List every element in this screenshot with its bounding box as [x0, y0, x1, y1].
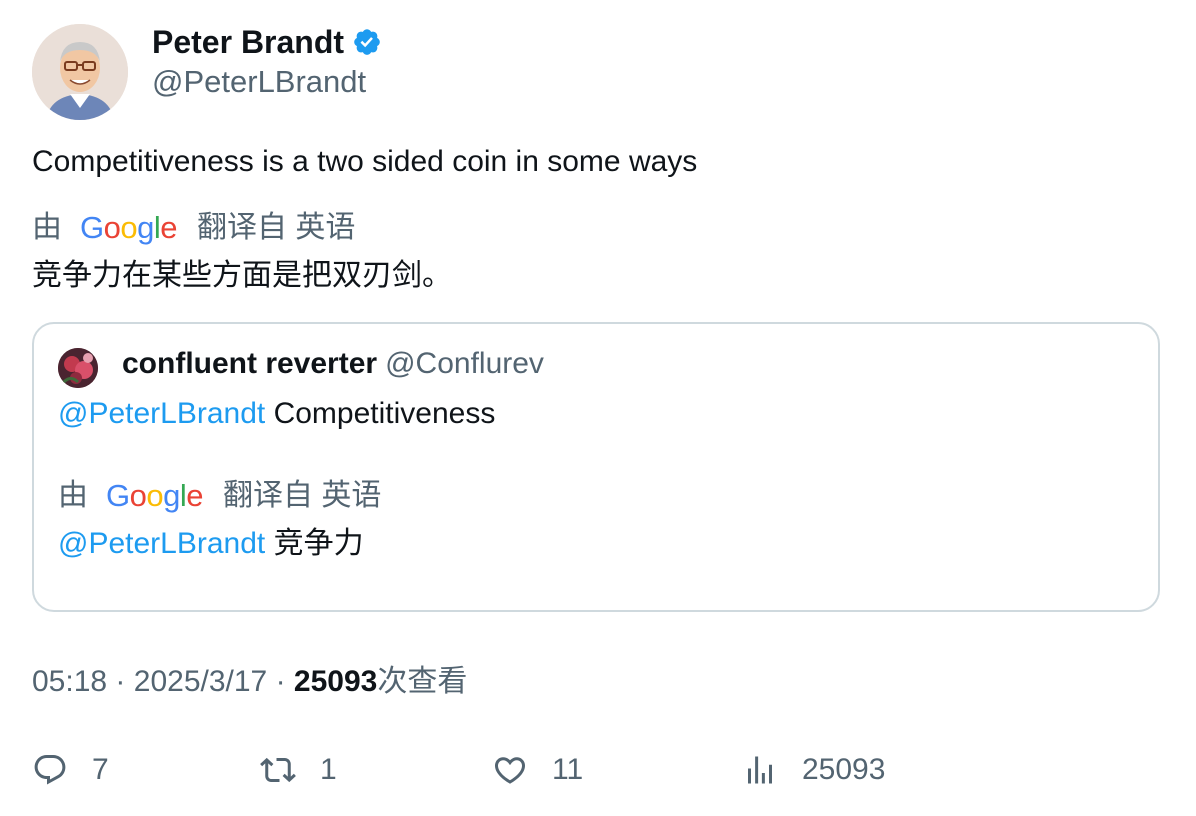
quote-mention-link[interactable]: @PeterLBrandt [58, 397, 265, 430]
cartoon-portrait-avatar-icon [32, 24, 128, 120]
tweet-meta: 05:18 · 2025/3/17 · 25093次查看 [32, 662, 467, 702]
meta-separator: · [115, 665, 126, 698]
views-button[interactable]: 25093 [742, 750, 885, 790]
quote-translated-text: 竞争力 [273, 527, 364, 560]
google-letter: g [137, 210, 154, 245]
google-letter: e [186, 478, 204, 513]
google-letter: o [129, 478, 147, 513]
author-avatar[interactable] [32, 24, 128, 120]
translation-by-label: 由 [32, 211, 62, 244]
translated-from-label: 翻译自 英语 [197, 211, 356, 244]
author-name-row: Peter Brandt [152, 22, 382, 62]
google-letter: G [80, 210, 104, 245]
reply-count: 7 [92, 753, 109, 786]
like-button[interactable]: 11 [492, 750, 583, 790]
quote-text-line: @PeterLBrandt Competitiveness [58, 394, 495, 434]
translated-tweet-text: 竞争力在某些方面是把双刃剑。 [32, 259, 452, 292]
google-letter: g [163, 478, 180, 513]
quote-header: confluent reverter @Conflurev [122, 344, 544, 384]
views-action-count: 25093 [802, 753, 886, 786]
tweet-time[interactable]: 05:18 [32, 665, 107, 698]
quote-translation-attribution: 由 Google 翻译自 英语 [58, 476, 381, 516]
translated-from-label: 翻译自 英语 [223, 479, 382, 512]
reply-button[interactable]: 7 [32, 750, 109, 790]
google-letter: o [103, 210, 121, 245]
quote-translated-mention-link[interactable]: @PeterLBrandt [58, 527, 265, 560]
bar-chart-icon [748, 756, 772, 784]
translation-attribution: 由 Google 翻译自 英语 [32, 208, 355, 248]
quote-author-avatar[interactable] [58, 348, 98, 388]
repost-button[interactable]: 1 [260, 750, 337, 790]
quote-author-name[interactable]: confluent reverter [122, 347, 377, 380]
repost-icon [260, 757, 296, 783]
heart-icon [494, 757, 526, 784]
quote-translated-line: @PeterLBrandt 竞争力 [58, 524, 364, 564]
translation-by-label: 由 [58, 479, 88, 512]
google-letter: G [106, 478, 130, 513]
quote-author-handle[interactable]: @Conflurev [385, 347, 544, 380]
author-name[interactable]: Peter Brandt [152, 22, 344, 62]
google-letter: o [146, 478, 164, 513]
meta-separator: · [275, 665, 286, 698]
quote-text: Competitiveness [273, 397, 496, 430]
verified-badge-icon [352, 27, 382, 57]
reply-icon [34, 755, 66, 785]
google-letter: o [120, 210, 138, 245]
google-letter: e [160, 210, 178, 245]
tweet-date[interactable]: 2025/3/17 [134, 665, 267, 698]
repost-count: 1 [320, 753, 337, 786]
tweet-text: Competitiveness is a two sided coin in s… [32, 145, 698, 178]
views-label: 次查看 [377, 665, 468, 698]
author-handle[interactable]: @PeterLBrandt [152, 62, 366, 102]
like-count: 11 [552, 753, 584, 786]
action-bar: 7 1 11 25093 [32, 750, 1172, 790]
views-count: 25093 [293, 665, 378, 698]
google-logo[interactable]: Google [80, 208, 178, 248]
google-logo[interactable]: Google [106, 476, 204, 516]
flower-avatar-icon [58, 348, 98, 388]
quote-tweet-card[interactable]: confluent reverter @Conflurev @PeterLBran… [32, 322, 1160, 612]
